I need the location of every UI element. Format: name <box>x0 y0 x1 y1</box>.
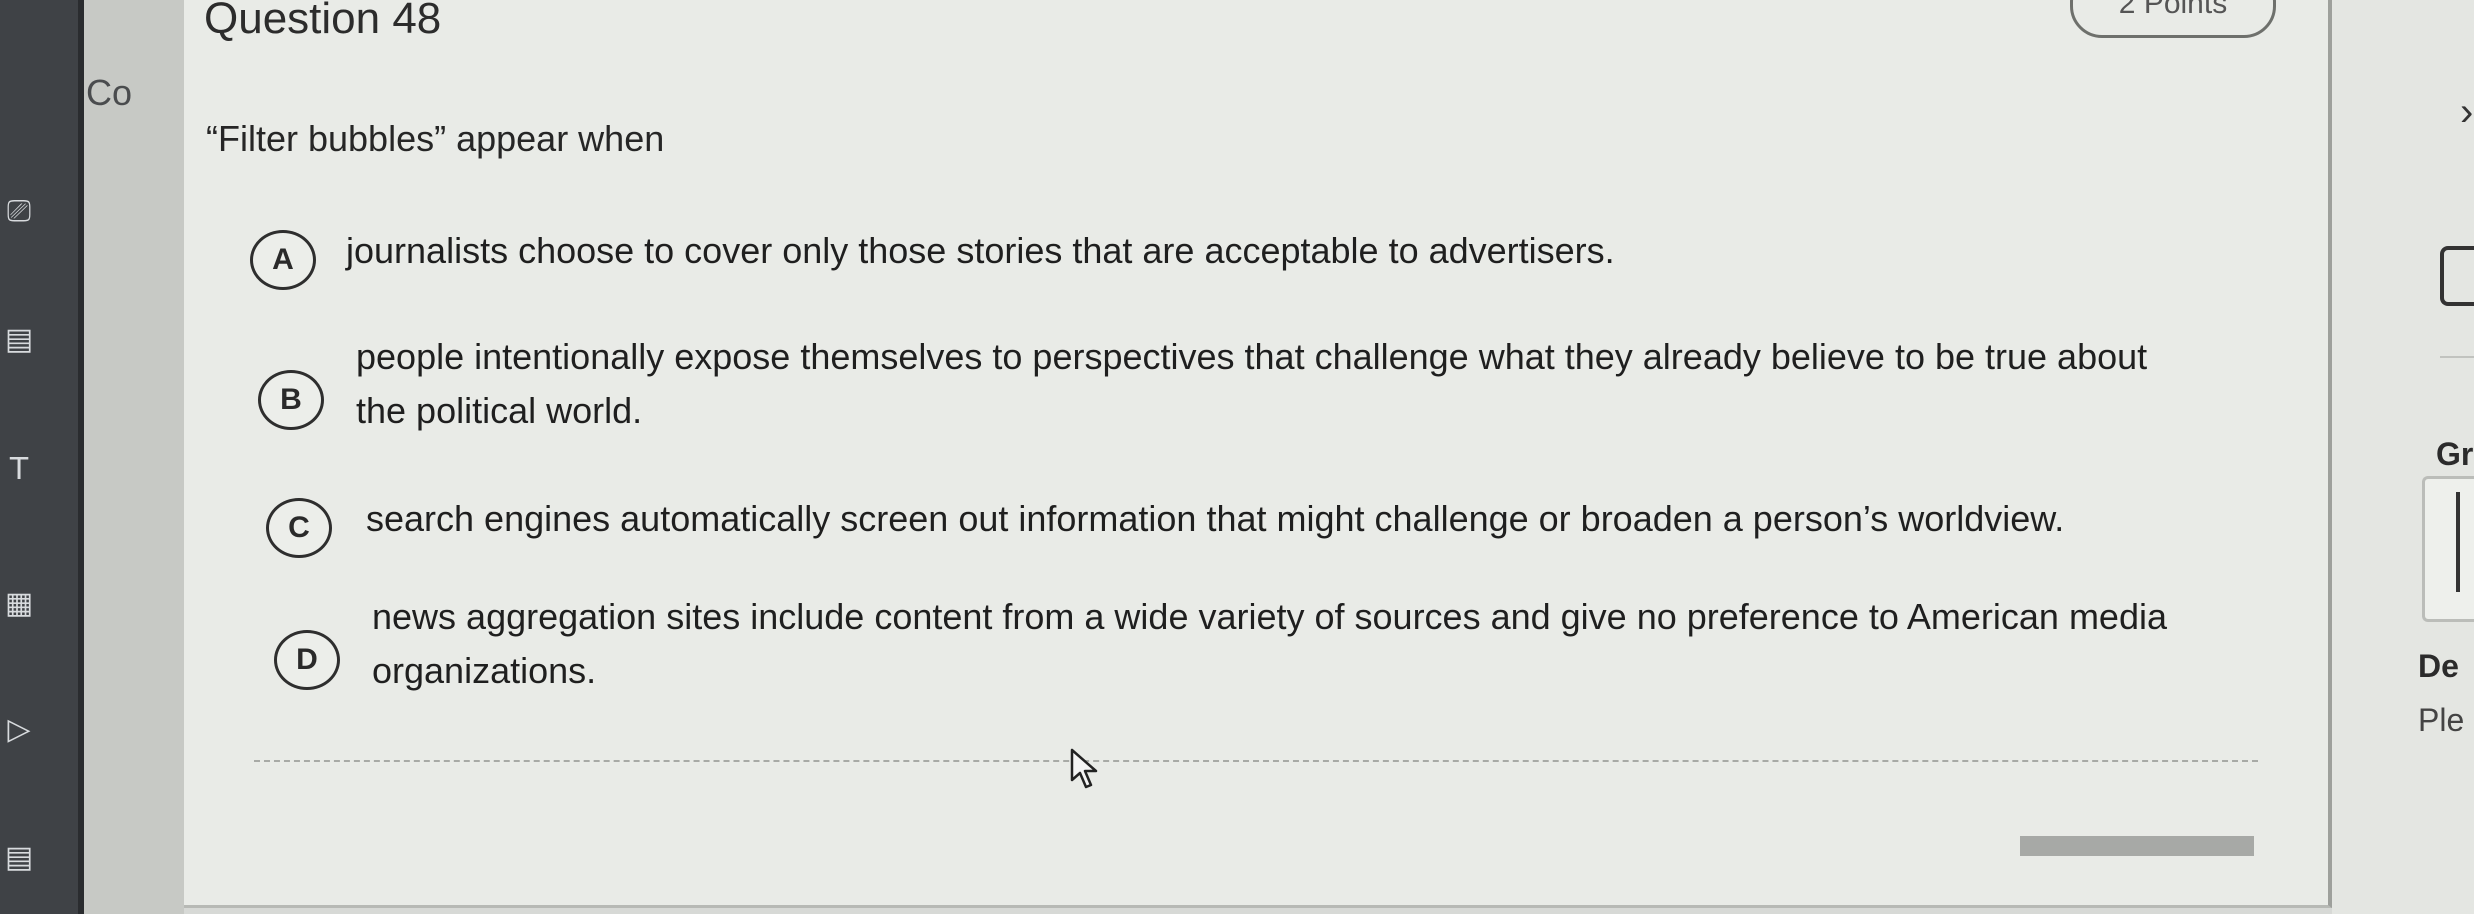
check-box-icon[interactable] <box>2440 246 2474 306</box>
left-toolbar: ⎚ ▤ T ▦ ▷ ▤ <box>0 0 84 914</box>
question-title: Question 48 <box>204 0 442 43</box>
table-icon[interactable]: ▤ <box>2 318 36 362</box>
sidebar-grade-input[interactable] <box>2422 476 2474 622</box>
choice-b-text: people intentionally expose themselves t… <box>356 336 2148 431</box>
question-prompt: “Filter bubbles” appear when <box>206 118 665 159</box>
text-caret-icon <box>2456 492 2460 592</box>
points-badge: 2 Points <box>2070 0 2276 38</box>
choice-a-text: journalists choose to cover only those s… <box>346 230 1615 271</box>
choice-c-text: search engines automatically screen out … <box>366 498 2065 539</box>
document-icon[interactable]: ▤ <box>2 836 36 880</box>
choice-b-letter-badge[interactable]: B <box>258 370 324 430</box>
sidebar-divider <box>2440 356 2474 358</box>
choice-a-letter-badge[interactable]: A <box>250 230 316 290</box>
text-tool-icon[interactable]: T <box>2 448 36 492</box>
flag-icon[interactable]: ▷ <box>2 708 36 752</box>
sidebar-partial-label-3: Ple <box>2418 702 2465 738</box>
page-icon[interactable]: ⎚ <box>2 190 36 234</box>
choice-c-letter-badge[interactable]: C <box>266 498 332 558</box>
choice-d-text: news aggregation sites include content f… <box>372 596 2167 691</box>
choice-d-letter-badge[interactable]: D <box>274 630 340 690</box>
left-gutter <box>84 0 184 914</box>
chevron-right-icon[interactable]: › <box>2460 90 2473 135</box>
calendar-grid-icon[interactable]: ▦ <box>2 582 36 626</box>
mouse-pointer-icon <box>1070 748 1098 789</box>
gutter-partial-text: Co <box>86 72 133 113</box>
sidebar-partial-label-1: Gr <box>2436 436 2474 472</box>
scroll-bar[interactable] <box>2020 836 2254 856</box>
dashed-divider <box>254 760 2258 762</box>
sidebar-partial-label-2: De <box>2418 648 2459 684</box>
